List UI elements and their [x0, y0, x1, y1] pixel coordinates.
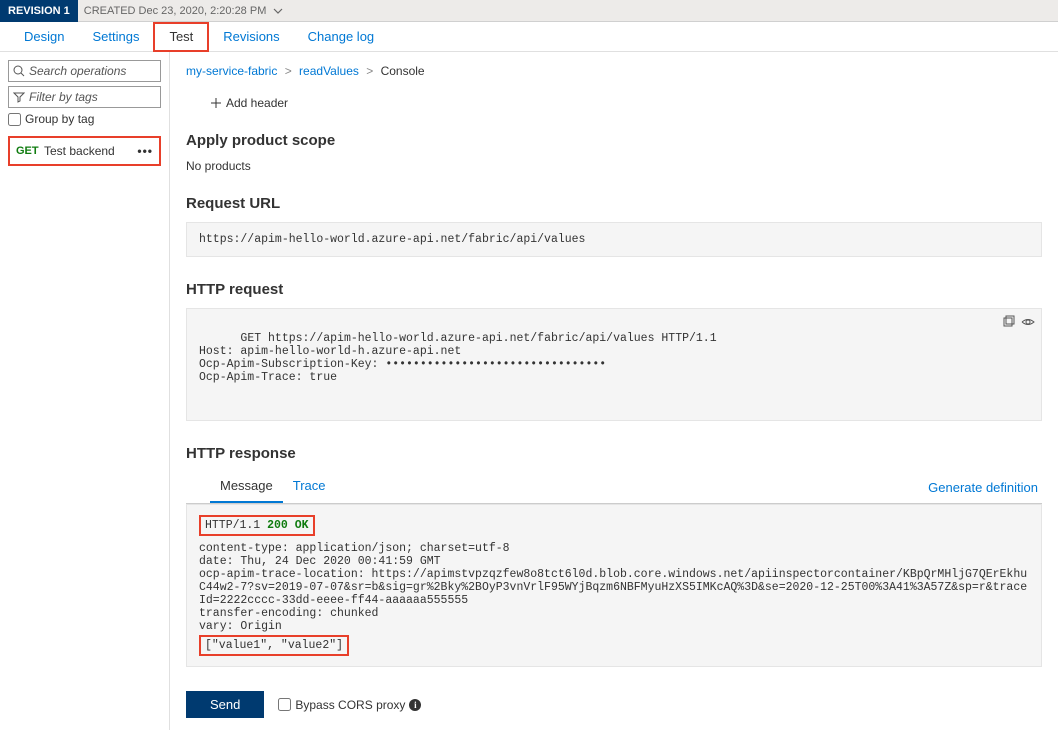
- breadcrumb: my-service-fabric > readValues > Console: [186, 64, 1042, 78]
- filter-placeholder: Filter by tags: [29, 90, 98, 104]
- revision-badge: REVISION 1: [0, 0, 78, 22]
- copy-icon[interactable]: [1001, 315, 1015, 333]
- bypass-cors[interactable]: Bypass CORS proxy i: [278, 698, 421, 712]
- chevron-down-icon: [273, 6, 283, 16]
- tab-message[interactable]: Message: [210, 472, 283, 503]
- main-content: my-service-fabric > readValues > Console…: [170, 52, 1058, 730]
- breadcrumb-operation[interactable]: readValues: [299, 64, 359, 78]
- http-response-box: HTTP/1.1 200 OK content-type: applicatio…: [186, 504, 1042, 667]
- bypass-cors-checkbox[interactable]: [278, 698, 291, 711]
- response-body: ["value1", "value2"]: [199, 635, 349, 656]
- filter-input[interactable]: Filter by tags: [8, 86, 161, 108]
- tab-revisions[interactable]: Revisions: [209, 22, 293, 52]
- group-by-tag-label: Group by tag: [25, 112, 94, 126]
- tab-settings[interactable]: Settings: [78, 22, 153, 52]
- request-url-box: https://apim-hello-world.azure-api.net/f…: [186, 222, 1042, 257]
- search-icon: [13, 65, 25, 77]
- plus-icon: [210, 97, 222, 109]
- tab-design[interactable]: Design: [10, 22, 78, 52]
- add-header-label: Add header: [226, 96, 288, 110]
- request-url-title: Request URL: [186, 195, 1042, 212]
- operation-name: Test backend: [44, 144, 137, 158]
- operation-menu-icon[interactable]: •••: [137, 144, 153, 158]
- group-by-tag[interactable]: Group by tag: [8, 112, 161, 126]
- reveal-icon[interactable]: [1021, 315, 1035, 333]
- sidebar: Search operations Filter by tags Group b…: [0, 52, 170, 730]
- search-placeholder: Search operations: [29, 64, 126, 78]
- apply-scope-title: Apply product scope: [186, 132, 1042, 149]
- send-button[interactable]: Send: [186, 691, 264, 718]
- http-request-text: GET https://apim-hello-world.azure-api.n…: [199, 332, 717, 384]
- info-icon[interactable]: i: [409, 699, 421, 711]
- revision-created[interactable]: CREATED Dec 23, 2020, 2:20:28 PM: [84, 5, 284, 17]
- group-by-tag-checkbox[interactable]: [8, 113, 21, 126]
- search-input[interactable]: Search operations: [8, 60, 161, 82]
- no-products-text: No products: [186, 159, 1042, 173]
- filter-icon: [13, 91, 25, 103]
- main-tabs: Design Settings Test Revisions Change lo…: [0, 22, 1058, 52]
- footer-row: Send Bypass CORS proxy i: [186, 691, 1042, 718]
- response-code: 200 OK: [267, 519, 308, 532]
- add-header-button[interactable]: Add header: [210, 96, 1042, 110]
- revision-created-text: CREATED Dec 23, 2020, 2:20:28 PM: [84, 5, 267, 17]
- http-request-box: GET https://apim-hello-world.azure-api.n…: [186, 308, 1042, 421]
- operation-method: GET: [16, 145, 44, 157]
- bypass-cors-label: Bypass CORS proxy: [295, 698, 405, 712]
- breadcrumb-sep: >: [366, 64, 373, 78]
- breadcrumb-sep: >: [285, 64, 292, 78]
- tab-trace[interactable]: Trace: [283, 472, 336, 503]
- operation-row[interactable]: GET Test backend •••: [8, 136, 161, 166]
- response-status: HTTP/1.1 200 OK: [199, 515, 315, 536]
- http-response-title: HTTP response: [186, 445, 1042, 462]
- generate-definition-link[interactable]: Generate definition: [928, 480, 1042, 495]
- tab-test[interactable]: Test: [153, 22, 209, 52]
- response-tabs: Message Trace Generate definition: [186, 472, 1042, 504]
- breadcrumb-current: Console: [381, 64, 425, 78]
- breadcrumb-service[interactable]: my-service-fabric: [186, 64, 277, 78]
- response-headers: content-type: application/json; charset=…: [199, 542, 1027, 633]
- response-proto: HTTP/1.1: [205, 519, 260, 532]
- http-request-title: HTTP request: [186, 281, 1042, 298]
- revision-bar: REVISION 1 CREATED Dec 23, 2020, 2:20:28…: [0, 0, 1058, 22]
- tab-changelog[interactable]: Change log: [294, 22, 389, 52]
